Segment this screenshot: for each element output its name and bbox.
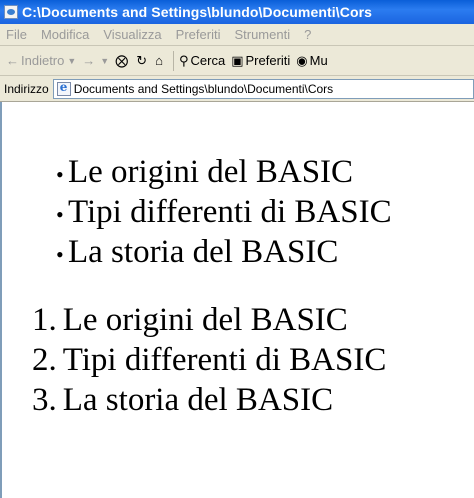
list-item-text: La storia del BASIC [62,382,334,418]
back-button[interactable]: ← Indietro ▼ [6,53,76,68]
media-label: Mu [309,53,328,68]
list-item-text: Le origini del BASIC [68,154,354,190]
address-bar: Indirizzo Documents and Settings\blundo\… [0,76,474,102]
menu-help[interactable]: ? [297,25,318,45]
menu-strumenti[interactable]: Strumenti [227,25,297,45]
back-arrow-icon: ← [6,53,19,68]
list-number: 3. [32,382,57,418]
media-button[interactable]: ◉ Mu [296,53,327,69]
bullet-icon: • [56,242,64,267]
menu-modifica[interactable]: Modifica [34,25,96,45]
stop-icon: ⨂ [115,52,129,68]
toolbar-separator [172,50,174,71]
list-item: • Tipi differenti di BASIC [56,192,392,232]
search-button[interactable]: ⚲ Cerca [179,53,225,69]
search-label: Cerca [190,53,226,68]
list-number: 1. [32,302,57,338]
chevron-down-icon: ▼ [100,55,110,66]
search-icon: ⚲ [178,52,189,68]
list-item: • La storia del BASIC [56,232,392,272]
refresh-button[interactable]: ↻ [136,53,149,69]
address-input[interactable]: Documents and Settings\blundo\Documenti\… [52,78,474,99]
forward-button[interactable]: → ▼ [82,53,109,68]
numbered-list: 1. Le origini del BASIC 2. Tipi differenti… [32,300,386,420]
favorites-button[interactable]: ▣ Preferiti [231,53,290,69]
list-item: 3. La storia del BASIC [32,380,386,420]
title-bar[interactable]: C:\Documents and Settings\blundo\Documen… [0,0,474,24]
page-content: • Le origini del BASIC • Tipi differenti d… [0,102,474,498]
list-item-text: Le origini del BASIC [62,302,348,338]
list-number: 2. [32,342,57,378]
browser-window: C:\Documents and Settings\blundo\Documen… [0,0,474,498]
bullet-icon: • [56,162,64,187]
forward-arrow-icon: → [82,53,96,68]
bullet-icon: • [56,202,64,227]
list-item: 2. Tipi differenti di BASIC [32,340,386,380]
address-label: Indirizzo [4,81,49,96]
menu-preferiti[interactable]: Preferiti [169,25,228,45]
menu-visualizza[interactable]: Visualizza [96,25,168,45]
stop-button[interactable]: ⨂ [115,53,130,69]
window-title: C:\Documents and Settings\blundo\Documen… [22,4,373,20]
menu-bar: File Modifica Visualizza Preferiti Strum… [0,24,474,46]
page-icon [56,80,71,96]
list-item-text: Tipi differenti di BASIC [62,342,387,378]
back-label: Indietro [21,53,65,68]
menu-file[interactable]: File [0,25,34,45]
favorites-icon: ▣ [231,52,244,68]
media-icon: ◉ [296,52,308,68]
favorites-label: Preferiti [245,53,291,68]
list-item: 1. Le origini del BASIC [32,300,386,340]
ie-page-icon [4,5,18,19]
address-value: Documents and Settings\blundo\Documenti\… [73,81,334,96]
list-item-text: Tipi differenti di BASIC [68,194,392,230]
list-item: • Le origini del BASIC [56,152,392,192]
list-item-text: La storia del BASIC [68,234,339,270]
refresh-icon: ↻ [136,52,148,68]
toolbar: ← Indietro ▼ → ▼ ⨂ ↻ ⌂ ⚲ Cerca ▣ Preferi… [0,46,474,76]
bullet-list: • Le origini del BASIC • Tipi differenti d… [56,152,392,272]
home-icon: ⌂ [155,53,163,68]
home-button[interactable]: ⌂ [155,53,165,68]
chevron-down-icon: ▼ [67,55,77,66]
